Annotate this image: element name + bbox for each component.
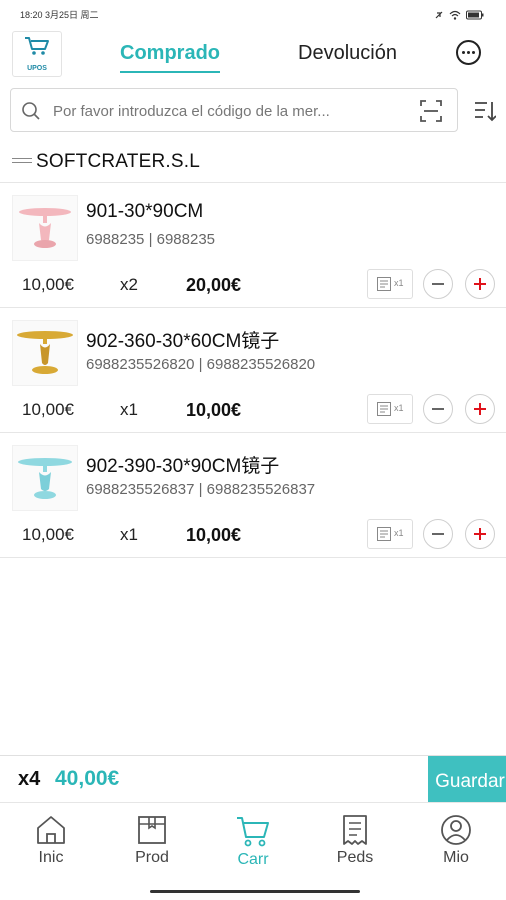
save-button[interactable]: Guardar (428, 756, 506, 802)
sort-icon[interactable] (474, 100, 496, 122)
cart-icon (237, 817, 269, 847)
company-logo-icon (12, 158, 32, 163)
note-icon (377, 527, 391, 541)
nav-item-productos[interactable]: Prod (112, 813, 192, 867)
item-quantity: x1 (120, 400, 138, 419)
wifi-icon (449, 7, 461, 25)
line-total: 10,00€ (186, 525, 242, 545)
nav-label: Mio (443, 849, 469, 866)
note-button[interactable]: x1 (367, 269, 413, 299)
more-options-button[interactable] (456, 40, 481, 65)
increase-quantity-button[interactable] (465, 519, 495, 549)
nav-item-carrito[interactable]: Carr (213, 813, 293, 869)
total-amount: 40,00€ (55, 767, 120, 790)
logo-text: UPOS (27, 65, 47, 72)
note-count: x1 (394, 528, 404, 538)
nav-label: Prod (135, 849, 169, 866)
unit-price: 10,00€ (22, 400, 74, 419)
nav-item-pedidos[interactable]: Peds (315, 813, 395, 867)
nav-item-mio[interactable]: Mio (416, 813, 496, 867)
search-box (10, 88, 458, 132)
company-header: SOFTCRATER.S.L (0, 147, 506, 183)
battery-icon (466, 7, 484, 25)
product-name: 902-360-30*60CM镜子 (86, 331, 280, 352)
item-quantity: x1 (120, 525, 138, 544)
logo-cart-icon (25, 37, 49, 55)
status-icons (434, 7, 484, 25)
nav-label: Peds (336, 849, 374, 866)
line-total: 10,00€ (186, 400, 242, 420)
line-total: 20,00€ (186, 275, 242, 295)
note-count: x1 (394, 278, 404, 288)
item-quantity: x2 (120, 275, 138, 294)
search-row (0, 86, 506, 136)
cart-item: 901-30*90CM 6988235 | 6988235 10,00€ x2 … (0, 183, 506, 308)
company-name: SOFTCRATER.S.L (36, 151, 200, 172)
cart-item: 902-360-30*60CM镜子 6988235526820 | 698823… (0, 308, 506, 433)
product-codes: 6988235526837 | 6988235526837 (86, 481, 316, 498)
product-name: 901-30*90CM (86, 201, 204, 222)
status-bar: 18:20 3月25日 周二 (0, 0, 506, 28)
bottom-navigation: Inic Prod Carr Peds Mio (0, 802, 506, 877)
app-logo: UPOS (12, 31, 62, 77)
product-image (12, 195, 78, 261)
note-count: x1 (394, 403, 404, 413)
search-input[interactable] (51, 97, 420, 125)
tab-comprado[interactable]: Comprado (120, 42, 220, 73)
unit-price: 10,00€ (22, 525, 74, 544)
note-button[interactable]: x1 (367, 519, 413, 549)
box-icon (138, 816, 166, 844)
tab-devolucion[interactable]: Devolución (298, 42, 397, 65)
decrease-quantity-button[interactable] (423, 519, 453, 549)
home-icon (37, 816, 65, 844)
home-indicator[interactable] (150, 890, 360, 893)
note-icon (377, 402, 391, 416)
product-codes: 6988235526820 | 6988235526820 (86, 356, 316, 373)
status-time: 18:20 3月25日 周二 (20, 10, 99, 20)
user-icon (441, 815, 471, 845)
product-name: 902-390-30*90CM镜子 (86, 456, 280, 477)
product-image (12, 445, 78, 511)
increase-quantity-button[interactable] (465, 394, 495, 424)
total-count: x4 (18, 768, 41, 790)
cart-summary-bar: x4 40,00€ Guardar (0, 755, 506, 802)
scan-icon[interactable] (419, 99, 443, 123)
product-codes: 6988235 | 6988235 (86, 231, 216, 248)
nav-item-inicio[interactable]: Inic (11, 813, 91, 867)
receipt-icon (343, 815, 367, 845)
decrease-quantity-button[interactable] (423, 394, 453, 424)
note-button[interactable]: x1 (367, 394, 413, 424)
note-icon (377, 277, 391, 291)
decrease-quantity-button[interactable] (423, 269, 453, 299)
cake-stand-icon (19, 208, 71, 248)
search-icon (22, 102, 40, 120)
cake-stand-icon (17, 331, 73, 374)
increase-quantity-button[interactable] (465, 269, 495, 299)
unit-price: 10,00€ (22, 275, 74, 294)
nav-label: Carr (237, 851, 269, 868)
mute-icon (434, 7, 444, 25)
nav-label: Inic (38, 849, 64, 866)
top-bar: UPOS Comprado Devolución (0, 28, 506, 82)
product-image (12, 320, 78, 386)
cart-item: 902-390-30*90CM镜子 6988235526837 | 698823… (0, 433, 506, 558)
cake-stand-icon (18, 458, 72, 499)
